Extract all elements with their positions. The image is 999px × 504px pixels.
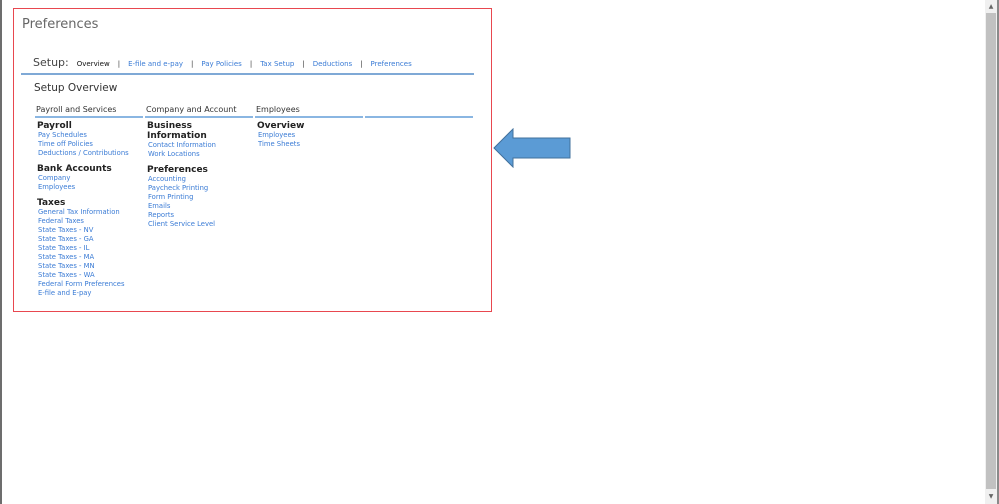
highlight-frame: Preferences Setup: Overview | E-file and e… xyxy=(13,8,492,312)
section-link[interactable]: State Taxes - IL xyxy=(37,244,143,253)
column-header xyxy=(365,105,473,118)
section-link[interactable]: Client Service Level xyxy=(147,220,253,229)
column-body: Payroll Pay Schedules Time off Policies Ded… xyxy=(35,118,143,298)
tab-separator: | xyxy=(360,60,363,68)
tab-separator: | xyxy=(302,60,305,68)
section-link[interactable]: State Taxes - WA xyxy=(37,271,143,280)
column-header: Employees xyxy=(255,105,363,118)
overview-column: Company and Account Business Information C… xyxy=(145,105,253,298)
section-link[interactable]: Federal Form Preferences xyxy=(37,280,143,289)
tab-deductions[interactable]: Deductions xyxy=(313,60,352,68)
section-title: Bank Accounts xyxy=(37,164,112,174)
tab-separator: | xyxy=(117,60,121,68)
section-link[interactable]: Time Sheets xyxy=(257,140,363,149)
section-link[interactable]: Employees xyxy=(37,183,143,192)
section-title: Payroll xyxy=(37,121,72,131)
column-body xyxy=(365,118,473,121)
section-link[interactable]: Paycheck Printing xyxy=(147,184,253,193)
overview-column: Employees Overview Employees Time Sheets xyxy=(255,105,363,298)
section-link[interactable]: State Taxes - MA xyxy=(37,253,143,262)
section-link[interactable]: Reports xyxy=(147,211,253,220)
tab-separator: | xyxy=(191,60,194,68)
overview-column: Payroll and Services Payroll Pay Schedules… xyxy=(35,105,143,298)
overview-columns: Payroll and Services Payroll Pay Schedules… xyxy=(35,105,473,298)
setup-overview-title: Setup Overview xyxy=(34,82,118,94)
setup-label: Setup: xyxy=(33,56,69,69)
section-link[interactable]: Work Locations xyxy=(147,150,253,159)
tab-separator: | xyxy=(249,60,253,68)
column-body: Business Information Contact Information W… xyxy=(145,118,253,229)
scroll-down-icon[interactable]: ▼ xyxy=(985,491,997,503)
section-link[interactable]: E-file and E-pay xyxy=(37,289,143,298)
section-link[interactable]: Emails xyxy=(147,202,253,211)
section-link[interactable]: Company xyxy=(37,174,143,183)
setup-nav: Setup: Overview | E-file and e-pay | Pay Pol… xyxy=(21,56,474,75)
page-title: Preferences xyxy=(22,17,99,32)
section-link[interactable]: State Taxes - NV xyxy=(37,226,143,235)
window-edge-left xyxy=(0,0,2,504)
column-header: Company and Account xyxy=(145,105,253,118)
section-title: Preferences xyxy=(147,165,208,175)
column-body: Overview Employees Time Sheets xyxy=(255,118,363,149)
vertical-scrollbar[interactable]: ▲ ▼ xyxy=(985,0,997,504)
overview-column xyxy=(365,105,473,298)
tab-e-file-and-e-pay[interactable]: E-file and e-pay xyxy=(128,60,183,68)
section-link[interactable]: State Taxes - GA xyxy=(37,235,143,244)
section-title: Business Information xyxy=(147,121,207,141)
arrow-left-icon xyxy=(493,128,571,168)
section-link[interactable]: Contact Information xyxy=(147,141,253,150)
section-link[interactable]: Deductions / Contributions xyxy=(37,149,143,158)
section-link[interactable]: General Tax Information xyxy=(37,208,143,217)
scroll-up-icon[interactable]: ▲ xyxy=(985,1,997,13)
scrollbar-thumb[interactable] xyxy=(986,13,996,489)
section-link[interactable]: State Taxes - MN xyxy=(37,262,143,271)
tab-preferences[interactable]: Preferences xyxy=(371,60,412,68)
section-title: Taxes xyxy=(37,198,66,208)
tab-overview[interactable]: Overview xyxy=(77,60,110,68)
section-link[interactable]: Time off Policies xyxy=(37,140,143,149)
column-header: Payroll and Services xyxy=(35,105,143,118)
section-link[interactable]: Federal Taxes xyxy=(37,217,143,226)
tab-pay-policies[interactable]: Pay Policies xyxy=(201,60,241,68)
section-link[interactable]: Employees xyxy=(257,131,363,140)
section-link[interactable]: Pay Schedules xyxy=(37,131,143,140)
tab-tax-setup[interactable]: Tax Setup xyxy=(260,60,294,68)
section-title: Overview xyxy=(257,121,305,131)
section-link[interactable]: Form Printing xyxy=(147,193,253,202)
section-link[interactable]: Accounting xyxy=(147,175,253,184)
